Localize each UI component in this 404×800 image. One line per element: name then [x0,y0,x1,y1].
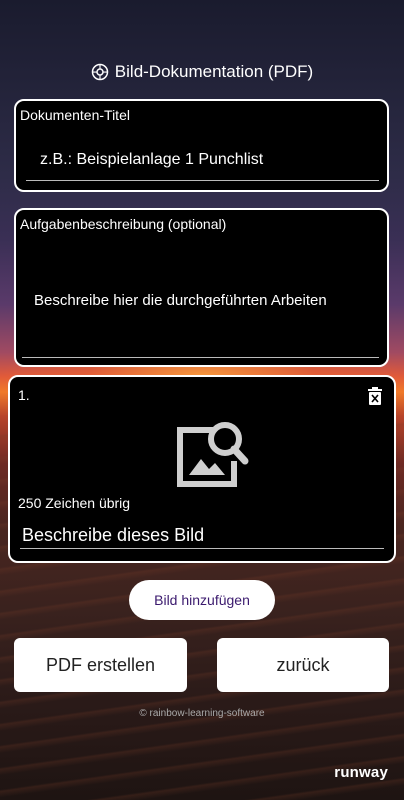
description-underline [22,357,379,358]
doc-title-label: Dokumenten-Titel [20,107,130,123]
copyright-text: © rainbow-learning-software [139,708,265,719]
brand-watermark: runway [334,764,388,781]
page-title: Bild-Dokumentation (PDF) [0,62,404,82]
image-card: 1. 250 Zeichen übrig Beschreibe dieses B… [8,375,396,563]
create-pdf-button[interactable]: PDF erstellen [14,638,187,692]
image-caption-underline [20,548,384,549]
doc-title-field[interactable]: Dokumenten-Titel z.B.: Beispielanlage 1 … [14,99,389,192]
chars-remaining: 250 Zeichen übrig [18,495,131,511]
camera-icon [91,63,109,81]
description-label: Aufgabenbeschreibung (optional) [20,216,227,232]
page-title-text: Bild-Dokumentation (PDF) [114,62,314,81]
image-index: 1. [18,387,30,403]
doc-title-input[interactable]: z.B.: Beispielanlage 1 Punchlist [40,151,263,169]
description-field[interactable]: Aufgabenbeschreibung (optional) Beschrei… [14,208,389,367]
back-button[interactable]: zurück [217,638,389,692]
image-caption-input[interactable]: Beschreibe dieses Bild [22,525,204,546]
description-input[interactable]: Beschreibe hier die durchgeführten Arbei… [34,292,327,309]
trash-icon[interactable] [368,387,382,405]
add-image-button[interactable]: Bild hinzufügen [129,580,275,620]
doc-title-underline [26,180,379,181]
image-search-icon[interactable] [173,417,249,489]
